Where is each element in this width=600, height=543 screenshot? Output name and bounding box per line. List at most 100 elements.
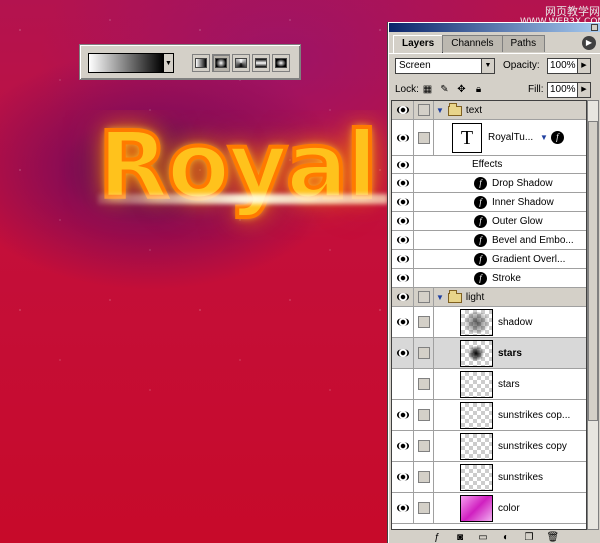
effect-bevel-emboss[interactable]: f Bevel and Embo... bbox=[392, 231, 586, 250]
add-layer-style-icon[interactable]: ƒ bbox=[432, 532, 443, 543]
eye-icon bbox=[396, 255, 409, 263]
visibility-toggle[interactable] bbox=[392, 174, 414, 192]
tab-layers[interactable]: Layers bbox=[393, 35, 444, 53]
lock-all-icon[interactable]: 🔒︎ bbox=[472, 83, 485, 96]
effect-stroke[interactable]: f Stroke bbox=[392, 269, 586, 288]
palette-titlebar[interactable] bbox=[389, 23, 600, 32]
effects-badge[interactable]: ▼ f bbox=[540, 131, 564, 144]
expand-triangle-icon[interactable]: ▼ bbox=[436, 293, 444, 302]
palette-close-icon[interactable] bbox=[591, 24, 598, 31]
tab-paths[interactable]: Paths bbox=[501, 35, 546, 52]
diamond-gradient-button[interactable] bbox=[272, 54, 290, 72]
layer-group-text[interactable]: ▼ text bbox=[392, 101, 586, 120]
layer-sunstrikes-copy[interactable]: sunstrikes copy bbox=[392, 431, 586, 462]
new-layer-icon[interactable]: ❐ bbox=[524, 532, 535, 543]
visibility-toggle[interactable] bbox=[392, 307, 414, 337]
eye-icon bbox=[396, 411, 409, 419]
fx-icon: f bbox=[474, 272, 487, 285]
visibility-toggle[interactable] bbox=[392, 250, 414, 268]
link-icon bbox=[418, 316, 430, 328]
chevron-down-icon: ▼ bbox=[481, 59, 494, 73]
visibility-toggle[interactable] bbox=[392, 462, 414, 492]
link-cell[interactable] bbox=[414, 338, 434, 368]
blend-mode-select[interactable]: Screen ▼ bbox=[395, 58, 495, 74]
tab-channels[interactable]: Channels bbox=[442, 35, 503, 52]
lock-options: ▦ ✎ ✥ 🔒︎ bbox=[421, 83, 485, 96]
fill-field[interactable]: 100% ▶ bbox=[547, 82, 591, 98]
visibility-toggle[interactable] bbox=[392, 231, 414, 249]
group-header: ▼ light bbox=[436, 288, 484, 307]
radial-gradient-icon bbox=[215, 58, 227, 68]
watermark-line1: 网页教学网 bbox=[545, 5, 600, 18]
effect-inner-shadow[interactable]: f Inner Shadow bbox=[392, 193, 586, 212]
layer-stars-selected[interactable]: stars bbox=[392, 338, 586, 369]
layer-group-light[interactable]: ▼ light bbox=[392, 288, 586, 307]
trash-icon[interactable]: 🗑︎ bbox=[547, 532, 560, 543]
gradient-picker-dropdown[interactable]: ▼ bbox=[164, 53, 174, 73]
visibility-toggle[interactable] bbox=[392, 120, 414, 155]
link-cell[interactable] bbox=[414, 288, 434, 306]
eye-icon bbox=[396, 106, 409, 114]
visibility-toggle[interactable] bbox=[392, 288, 414, 306]
new-fill-layer-icon[interactable]: ◐ bbox=[501, 532, 512, 543]
visibility-toggle[interactable] bbox=[392, 101, 414, 119]
layers-scrollbar[interactable] bbox=[587, 100, 599, 530]
visibility-toggle[interactable] bbox=[392, 493, 414, 523]
visibility-toggle[interactable] bbox=[392, 431, 414, 461]
effect-name: Inner Shadow bbox=[492, 197, 554, 208]
layer-sunstrikes[interactable]: sunstrikes bbox=[392, 462, 586, 493]
opacity-arrow-icon[interactable]: ▶ bbox=[577, 59, 590, 73]
lock-paint-brush-icon[interactable]: ✎ bbox=[438, 83, 451, 96]
visibility-toggle[interactable] bbox=[392, 338, 414, 368]
link-cell[interactable] bbox=[414, 462, 434, 492]
effect-gradient-overlay[interactable]: f Gradient Overl... bbox=[392, 250, 586, 269]
link-cell[interactable] bbox=[414, 493, 434, 523]
eye-icon bbox=[396, 473, 409, 481]
eye-icon bbox=[396, 133, 409, 142]
link-cell[interactable] bbox=[414, 431, 434, 461]
visibility-toggle[interactable] bbox=[392, 400, 414, 430]
layer-color[interactable]: color bbox=[392, 493, 586, 524]
linear-gradient-button[interactable] bbox=[192, 54, 210, 72]
palette-bottom-toolbar: ƒ ◙ ▭ ◐ ❐ 🗑︎ bbox=[389, 531, 600, 543]
effect-outer-glow[interactable]: f Outer Glow bbox=[392, 212, 586, 231]
effect-drop-shadow[interactable]: f Drop Shadow bbox=[392, 174, 586, 193]
link-cell[interactable] bbox=[414, 120, 434, 155]
collapse-triangle-icon[interactable]: ▼ bbox=[540, 133, 548, 142]
link-cell[interactable] bbox=[414, 369, 434, 399]
lock-transparency-icon[interactable]: ▦ bbox=[421, 83, 434, 96]
link-cell[interactable] bbox=[414, 307, 434, 337]
scrollbar-thumb[interactable] bbox=[588, 121, 598, 421]
folder-icon bbox=[447, 289, 462, 303]
layer-name: sunstrikes cop... bbox=[498, 410, 571, 421]
link-cell[interactable] bbox=[414, 101, 434, 119]
effect-name: Stroke bbox=[492, 273, 521, 284]
link-cell[interactable] bbox=[414, 400, 434, 430]
visibility-toggle[interactable] bbox=[392, 369, 414, 399]
layer-shadow[interactable]: shadow bbox=[392, 307, 586, 338]
layer-sunstrikes-copy-2[interactable]: sunstrikes cop... bbox=[392, 400, 586, 431]
gradient-preview[interactable] bbox=[88, 53, 164, 73]
reflected-gradient-button[interactable] bbox=[252, 54, 270, 72]
eye-icon bbox=[396, 442, 409, 450]
angle-gradient-button[interactable] bbox=[232, 54, 250, 72]
new-set-icon[interactable]: ▭ bbox=[478, 532, 489, 543]
effects-header[interactable]: Effects bbox=[392, 156, 586, 174]
visibility-toggle[interactable] bbox=[392, 156, 414, 173]
radial-gradient-button[interactable] bbox=[212, 54, 230, 72]
opacity-field[interactable]: 100% ▶ bbox=[547, 58, 591, 74]
visibility-toggle[interactable] bbox=[392, 212, 414, 230]
fill-arrow-icon[interactable]: ▶ bbox=[577, 83, 590, 97]
layer-type-royal[interactable]: T RoyalTu... ▼ f bbox=[392, 120, 586, 156]
layer-name: RoyalTu... bbox=[488, 132, 534, 143]
expand-triangle-icon[interactable]: ▼ bbox=[436, 106, 444, 115]
palette-menu-icon[interactable]: ▶ bbox=[582, 36, 596, 50]
fx-icon: f bbox=[550, 131, 564, 144]
layer-stars-hidden[interactable]: stars bbox=[392, 369, 586, 400]
link-icon bbox=[418, 131, 430, 144]
group-name: light bbox=[465, 292, 485, 303]
lock-move-icon[interactable]: ✥ bbox=[455, 83, 468, 96]
visibility-toggle[interactable] bbox=[392, 269, 414, 287]
visibility-toggle[interactable] bbox=[392, 193, 414, 211]
add-mask-icon[interactable]: ◙ bbox=[455, 532, 466, 543]
